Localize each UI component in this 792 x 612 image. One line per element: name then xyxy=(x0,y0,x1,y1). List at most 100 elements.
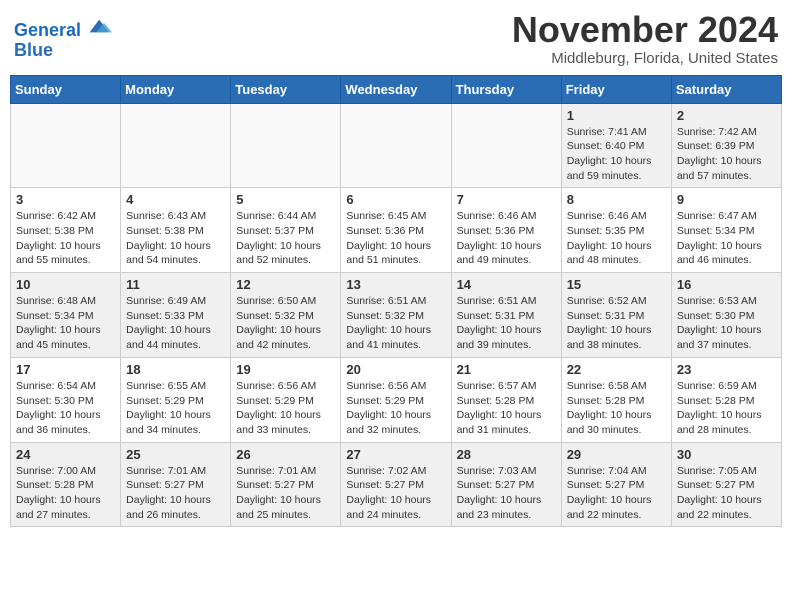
day-number: 25 xyxy=(126,447,225,462)
day-info: Sunrise: 6:56 AM Sunset: 5:29 PM Dayligh… xyxy=(236,379,335,438)
day-info: Sunrise: 7:01 AM Sunset: 5:27 PM Dayligh… xyxy=(236,464,335,523)
day-number: 15 xyxy=(567,277,666,292)
logo-text: General xyxy=(14,16,112,41)
calendar-cell: 15 Sunrise: 6:52 AM Sunset: 5:31 PM Dayli… xyxy=(561,273,671,358)
calendar-cell: 19 Sunrise: 6:56 AM Sunset: 5:29 PM Dayli… xyxy=(231,357,341,442)
calendar-cell: 14 Sunrise: 6:51 AM Sunset: 5:31 PM Dayli… xyxy=(451,273,561,358)
calendar-cell xyxy=(341,103,451,188)
location-subtitle: Middleburg, Florida, United States xyxy=(512,50,778,67)
calendar-cell: 30 Sunrise: 7:05 AM Sunset: 5:27 PM Dayli… xyxy=(671,442,781,527)
month-title: November 2024 xyxy=(512,10,778,50)
day-number: 21 xyxy=(457,362,556,377)
day-number: 6 xyxy=(346,192,445,207)
day-info: Sunrise: 6:55 AM Sunset: 5:29 PM Dayligh… xyxy=(126,379,225,438)
weekday-header: Sunday xyxy=(11,75,121,103)
logo-general: General xyxy=(14,20,81,40)
calendar-cell: 26 Sunrise: 7:01 AM Sunset: 5:27 PM Dayli… xyxy=(231,442,341,527)
calendar-week-row: 1Sunrise: 7:41 AM Sunset: 6:40 PM Daylig… xyxy=(11,103,782,188)
calendar-cell: 11Sunrise: 6:49 AM Sunset: 5:33 PM Dayli… xyxy=(121,273,231,358)
calendar-cell: 24Sunrise: 7:00 AM Sunset: 5:28 PM Dayli… xyxy=(11,442,121,527)
day-number: 30 xyxy=(677,447,776,462)
calendar-header-row: SundayMondayTuesdayWednesdayThursdayFrid… xyxy=(11,75,782,103)
calendar-cell: 25 Sunrise: 7:01 AM Sunset: 5:27 PM Dayli… xyxy=(121,442,231,527)
day-info: Sunrise: 6:47 AM Sunset: 5:34 PM Dayligh… xyxy=(677,209,776,268)
day-number: 17 xyxy=(16,362,115,377)
day-info: Sunrise: 6:51 AM Sunset: 5:32 PM Dayligh… xyxy=(346,294,445,353)
calendar-cell: 6 Sunrise: 6:45 AM Sunset: 5:36 PM Daylig… xyxy=(341,188,451,273)
day-info: Sunrise: 6:59 AM Sunset: 5:28 PM Dayligh… xyxy=(677,379,776,438)
day-info: Sunrise: 6:50 AM Sunset: 5:32 PM Dayligh… xyxy=(236,294,335,353)
day-number: 4 xyxy=(126,192,225,207)
calendar-cell: 3 Sunrise: 6:42 AM Sunset: 5:38 PM Daylig… xyxy=(11,188,121,273)
day-info: Sunrise: 6:56 AM Sunset: 5:29 PM Dayligh… xyxy=(346,379,445,438)
day-number: 5 xyxy=(236,192,335,207)
calendar-week-row: 24Sunrise: 7:00 AM Sunset: 5:28 PM Dayli… xyxy=(11,442,782,527)
day-number: 3 xyxy=(16,192,115,207)
weekday-header: Saturday xyxy=(671,75,781,103)
calendar-cell: 20 Sunrise: 6:56 AM Sunset: 5:29 PM Dayli… xyxy=(341,357,451,442)
logo-icon xyxy=(88,16,112,36)
day-info: Sunrise: 6:58 AM Sunset: 5:28 PM Dayligh… xyxy=(567,379,666,438)
day-info: Sunrise: 6:46 AM Sunset: 5:36 PM Dayligh… xyxy=(457,209,556,268)
day-info: Sunrise: 6:51 AM Sunset: 5:31 PM Dayligh… xyxy=(457,294,556,353)
calendar-cell: 18Sunrise: 6:55 AM Sunset: 5:29 PM Dayli… xyxy=(121,357,231,442)
day-info: Sunrise: 6:57 AM Sunset: 5:28 PM Dayligh… xyxy=(457,379,556,438)
day-number: 27 xyxy=(346,447,445,462)
day-info: Sunrise: 7:04 AM Sunset: 5:27 PM Dayligh… xyxy=(567,464,666,523)
weekday-header: Tuesday xyxy=(231,75,341,103)
day-info: Sunrise: 6:49 AM Sunset: 5:33 PM Dayligh… xyxy=(126,294,225,353)
day-info: Sunrise: 6:54 AM Sunset: 5:30 PM Dayligh… xyxy=(16,379,115,438)
day-number: 20 xyxy=(346,362,445,377)
day-number: 13 xyxy=(346,277,445,292)
weekday-header: Friday xyxy=(561,75,671,103)
calendar-cell: 8 Sunrise: 6:46 AM Sunset: 5:35 PM Daylig… xyxy=(561,188,671,273)
day-info: Sunrise: 7:05 AM Sunset: 5:27 PM Dayligh… xyxy=(677,464,776,523)
weekday-header: Monday xyxy=(121,75,231,103)
day-info: Sunrise: 6:53 AM Sunset: 5:30 PM Dayligh… xyxy=(677,294,776,353)
day-number: 29 xyxy=(567,447,666,462)
logo: General Blue xyxy=(14,16,112,61)
day-number: 19 xyxy=(236,362,335,377)
day-info: Sunrise: 6:46 AM Sunset: 5:35 PM Dayligh… xyxy=(567,209,666,268)
calendar-cell: 7 Sunrise: 6:46 AM Sunset: 5:36 PM Daylig… xyxy=(451,188,561,273)
calendar-cell: 17 Sunrise: 6:54 AM Sunset: 5:30 PM Dayli… xyxy=(11,357,121,442)
day-number: 9 xyxy=(677,192,776,207)
day-info: Sunrise: 6:43 AM Sunset: 5:38 PM Dayligh… xyxy=(126,209,225,268)
day-info: Sunrise: 6:52 AM Sunset: 5:31 PM Dayligh… xyxy=(567,294,666,353)
day-info: Sunrise: 6:45 AM Sunset: 5:36 PM Dayligh… xyxy=(346,209,445,268)
weekday-header: Wednesday xyxy=(341,75,451,103)
day-number: 12 xyxy=(236,277,335,292)
day-number: 16 xyxy=(677,277,776,292)
day-number: 8 xyxy=(567,192,666,207)
day-number: 7 xyxy=(457,192,556,207)
calendar-cell xyxy=(11,103,121,188)
page-header: General Blue November 2024 Middleburg, F… xyxy=(10,10,782,67)
calendar-cell: 29 Sunrise: 7:04 AM Sunset: 5:27 PM Dayli… xyxy=(561,442,671,527)
calendar-cell: 27 Sunrise: 7:02 AM Sunset: 5:27 PM Dayli… xyxy=(341,442,451,527)
calendar-cell xyxy=(451,103,561,188)
day-info: Sunrise: 6:44 AM Sunset: 5:37 PM Dayligh… xyxy=(236,209,335,268)
title-block: November 2024 Middleburg, Florida, Unite… xyxy=(512,10,778,67)
day-info: Sunrise: 6:48 AM Sunset: 5:34 PM Dayligh… xyxy=(16,294,115,353)
calendar-week-row: 10 Sunrise: 6:48 AM Sunset: 5:34 PM Dayli… xyxy=(11,273,782,358)
calendar-cell: 5 Sunrise: 6:44 AM Sunset: 5:37 PM Daylig… xyxy=(231,188,341,273)
day-number: 14 xyxy=(457,277,556,292)
day-number: 1 xyxy=(567,108,666,123)
calendar-cell xyxy=(121,103,231,188)
calendar-cell: 22Sunrise: 6:58 AM Sunset: 5:28 PM Dayli… xyxy=(561,357,671,442)
calendar-cell: 16 Sunrise: 6:53 AM Sunset: 5:30 PM Dayli… xyxy=(671,273,781,358)
calendar-week-row: 17 Sunrise: 6:54 AM Sunset: 5:30 PM Dayli… xyxy=(11,357,782,442)
calendar-cell: 9 Sunrise: 6:47 AM Sunset: 5:34 PM Daylig… xyxy=(671,188,781,273)
calendar-cell xyxy=(231,103,341,188)
calendar-table: SundayMondayTuesdayWednesdayThursdayFrid… xyxy=(10,75,782,528)
calendar-cell: 21 Sunrise: 6:57 AM Sunset: 5:28 PM Dayli… xyxy=(451,357,561,442)
day-number: 24 xyxy=(16,447,115,462)
day-info: Sunrise: 7:02 AM Sunset: 5:27 PM Dayligh… xyxy=(346,464,445,523)
day-number: 10 xyxy=(16,277,115,292)
day-number: 2 xyxy=(677,108,776,123)
day-info: Sunrise: 7:01 AM Sunset: 5:27 PM Dayligh… xyxy=(126,464,225,523)
day-info: Sunrise: 6:42 AM Sunset: 5:38 PM Dayligh… xyxy=(16,209,115,268)
day-number: 26 xyxy=(236,447,335,462)
weekday-header: Thursday xyxy=(451,75,561,103)
logo-blue: Blue xyxy=(14,41,112,61)
